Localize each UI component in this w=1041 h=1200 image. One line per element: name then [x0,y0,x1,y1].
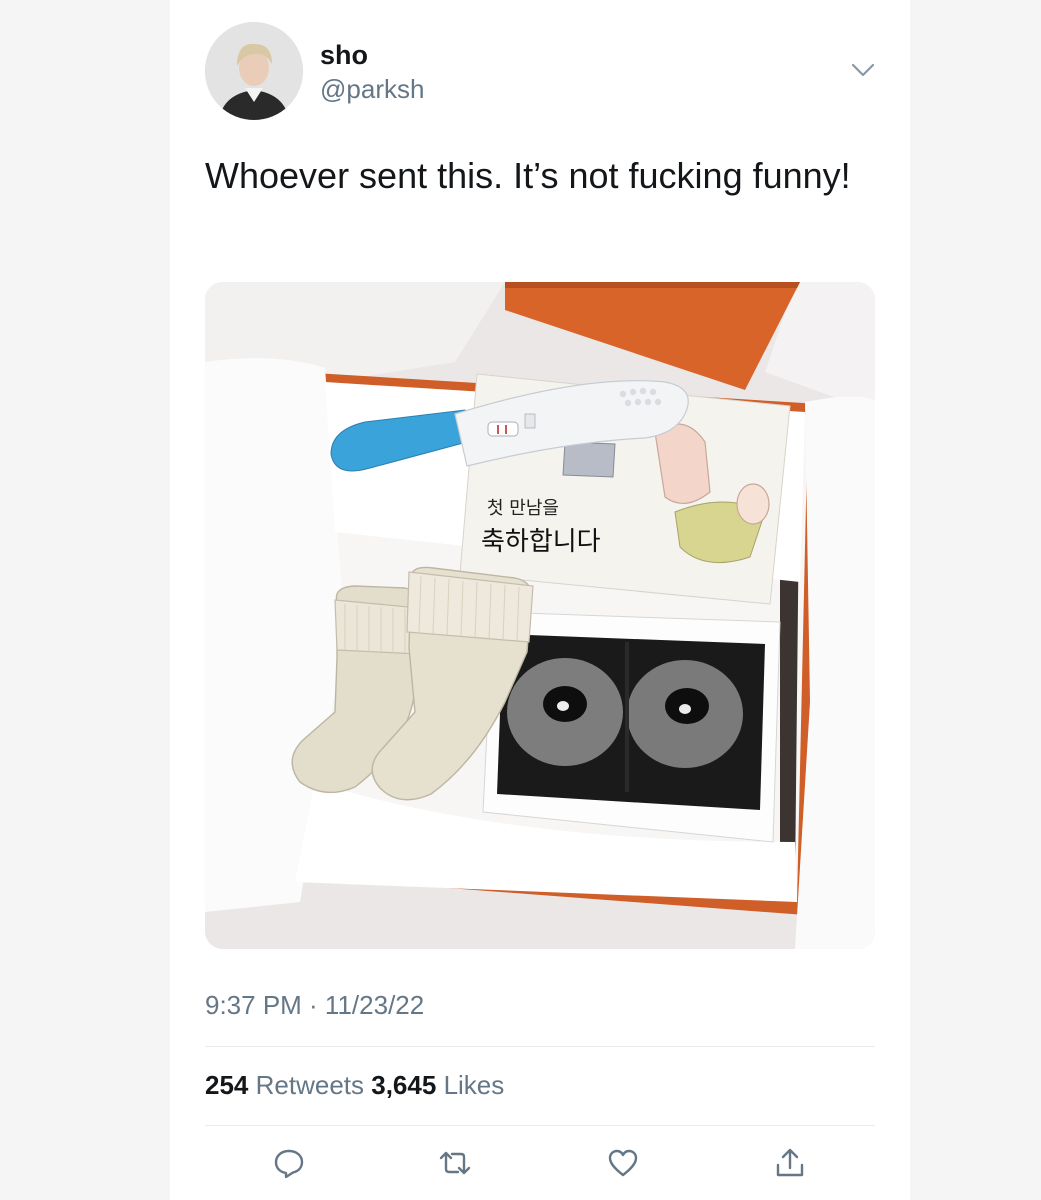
gift-box-photo: 첫 만남을 축하합니다 [205,282,875,949]
retweets-label[interactable]: Retweets [256,1070,364,1100]
share-icon[interactable] [773,1146,807,1180]
avatar-image [205,22,303,120]
retweet-icon[interactable] [438,1146,472,1180]
heart-icon[interactable] [606,1146,640,1180]
card-text-line2: 축하합니다 [481,527,601,557]
likes-count[interactable]: 3,645 [371,1070,436,1100]
tweet-text: Whoever sent this. It’s not fucking funn… [205,155,851,196]
user-handle[interactable]: @parksh [320,74,424,105]
divider [205,1125,875,1126]
divider [205,1046,875,1047]
tweet-card: sho @parksh Whoever sent this. It’s not … [170,0,910,1200]
tweet-photo[interactable]: 첫 만남을 축하합니다 [205,282,875,949]
retweets-count[interactable]: 254 [205,1070,248,1100]
card-text-line1: 첫 만남을 [487,498,559,519]
display-name[interactable]: sho [320,40,368,71]
chevron-down-icon[interactable] [850,60,876,80]
likes-label[interactable]: Likes [444,1070,505,1100]
tweet-timestamp[interactable]: 9:37 PM · 11/23/22 [205,990,424,1021]
engagement-stats: 254 Retweets 3,645 Likes [205,1070,504,1101]
reply-icon[interactable] [272,1146,306,1180]
avatar[interactable] [205,22,303,120]
